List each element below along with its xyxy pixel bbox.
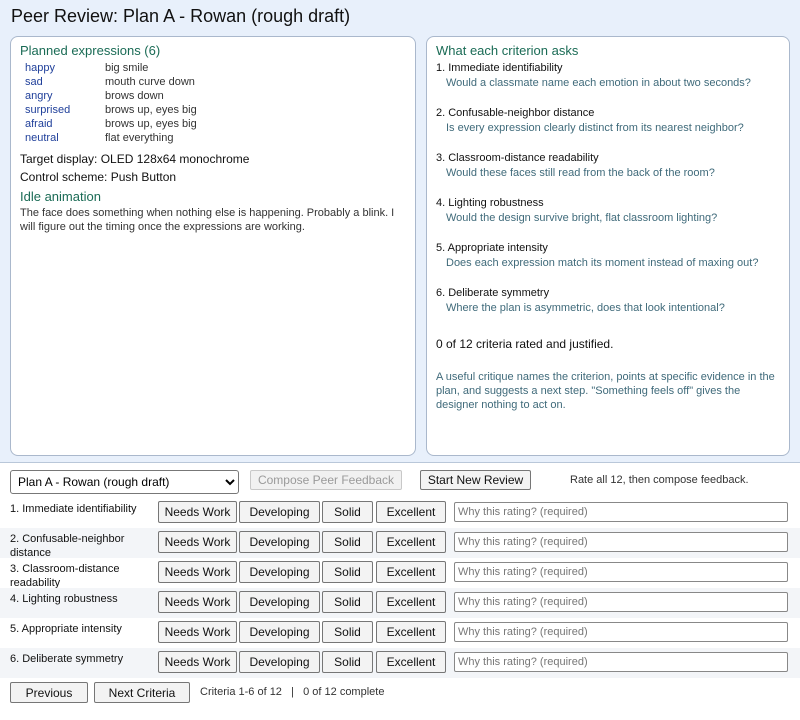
criterion-question: Would these faces still read from the ba… [446,167,715,179]
next-criteria-button[interactable]: Next Criteria [94,682,190,703]
rating-needs-work-button[interactable]: Needs Work [158,651,237,673]
expression-row: angry brows down [25,90,405,104]
rating-justification-input[interactable] [454,502,788,522]
expression-row: afraid brows up, eyes big [25,118,405,132]
review-header-area: Peer Review: Plan A - Rowan (rough draft… [0,0,800,463]
expression-name: happy [25,62,55,74]
criterion-title: 6. Deliberate symmetry [436,287,550,299]
rating-excellent-button[interactable]: Excellent [376,531,446,553]
criterion-item: 3. Classroom-distance readability Would … [436,152,781,179]
expression-desc: mouth curve down [105,76,195,88]
target-display: Target display: OLED 128x64 monochrome [20,152,250,166]
plan-select[interactable]: Plan A - Rowan (rough draft) [10,470,239,494]
expression-row: surprised brows up, eyes big [25,104,405,118]
rating-excellent-button[interactable]: Excellent [376,561,446,583]
criterion-title: 3. Classroom-distance readability [436,152,599,164]
criterion-row-label: 6. Deliberate symmetry [10,653,124,665]
criterion-question: Where the plan is asymmetric, does that … [446,302,725,314]
criterion-rating-row: 4. Lighting robustness Needs Work Developi… [0,588,800,618]
criterion-title: 2. Confusable-neighbor distance [436,107,595,119]
expression-desc: brows down [105,90,164,102]
control-scheme: Control scheme: Push Button [20,170,177,184]
rating-developing-button[interactable]: Developing [239,591,320,613]
criterion-title: 4. Lighting robustness [436,197,544,209]
rating-excellent-button[interactable]: Excellent [376,591,446,613]
expression-row: sad mouth curve down [25,76,405,90]
expressions-title: Planned expressions (6) [20,43,161,58]
expression-row: happy big smile [25,62,405,76]
rating-excellent-button[interactable]: Excellent [376,501,446,523]
expression-name: sad [25,76,43,88]
criterion-question: Does each expression match its moment in… [446,257,759,269]
criterion-rating-row: 1. Immediate identifiability Needs Work De… [0,498,800,528]
rating-needs-work-button[interactable]: Needs Work [158,561,237,583]
rating-justification-input[interactable] [454,562,788,582]
expression-name: surprised [25,104,71,116]
rating-justification-input[interactable] [454,592,788,612]
criterion-rating-row: 2. Confusable-neighbor distance Needs Wor… [0,528,800,559]
rating-excellent-button[interactable]: Excellent [376,621,446,643]
rating-developing-button[interactable]: Developing [239,621,320,643]
criterion-rating-row: 5. Appropriate intensity Needs Work Develo… [0,618,800,648]
previous-button[interactable]: Previous [10,682,88,703]
expression-row: neutral flat everything [25,132,405,146]
rating-justification-input[interactable] [454,652,788,672]
pagination-info: Criteria 1-6 of 12 | 0 of 12 complete [200,686,385,698]
criterion-question: Is every expression clearly distinct fro… [446,122,744,134]
rating-solid-button[interactable]: Solid [322,651,373,673]
rating-developing-button[interactable]: Developing [239,651,320,673]
criterion-question: Would the design survive bright, flat cl… [446,212,718,224]
idle-animation-text: The face does something when nothing els… [20,207,395,233]
rating-status: 0 of 12 criteria rated and justified. [436,337,614,351]
plan-panel: Planned expressions (6) happy big smile … [10,36,416,456]
rating-needs-work-button[interactable]: Needs Work [158,531,237,553]
compose-feedback-button[interactable]: Compose Peer Feedback [250,470,402,490]
pagination-footer: Previous Next Criteria Criteria 1-6 of 1… [0,678,800,708]
criterion-row-label: 5. Appropriate intensity [10,623,122,635]
criteria-panel: What each criterion asks 1. Immediate id… [426,36,790,456]
rating-needs-work-button[interactable]: Needs Work [158,501,237,523]
expression-desc: flat everything [105,132,174,144]
rating-justification-input[interactable] [454,622,788,642]
start-new-review-button[interactable]: Start New Review [420,470,531,490]
idle-animation-title: Idle animation [20,189,101,204]
criterion-title: 5. Appropriate intensity [436,242,548,254]
expression-name: neutral [25,132,59,144]
rating-needs-work-button[interactable]: Needs Work [158,621,237,643]
criterion-row-label: 2. Confusable-neighbor distance [10,533,125,559]
rating-needs-work-button[interactable]: Needs Work [158,591,237,613]
criterion-rating-row: 3. Classroom-distance readability Needs W… [0,558,800,589]
criterion-item: 6. Deliberate symmetry Where the plan is… [436,287,781,314]
criterion-row-label: 1. Immediate identifiability [10,503,137,515]
rating-solid-button[interactable]: Solid [322,501,373,523]
critique-hint: A useful critique names the criterion, p… [436,371,775,411]
rating-solid-button[interactable]: Solid [322,531,373,553]
review-toolbar: Plan A - Rowan (rough draft) Compose Pee… [0,464,800,496]
page-title: Peer Review: Plan A - Rowan (rough draft… [11,6,351,26]
criterion-row-label: 4. Lighting robustness [10,593,118,605]
toolbar-note: Rate all 12, then compose feedback. [570,474,749,486]
rating-justification-input[interactable] [454,532,788,552]
rating-developing-button[interactable]: Developing [239,501,320,523]
expression-desc: big smile [105,62,149,74]
criteria-panel-title: What each criterion asks [436,43,579,58]
expression-name: afraid [25,118,53,130]
expression-desc: brows up, eyes big [105,104,197,116]
rating-solid-button[interactable]: Solid [322,561,373,583]
criterion-title: 1. Immediate identifiability [436,62,563,74]
expression-name: angry [25,90,53,102]
rating-excellent-button[interactable]: Excellent [376,651,446,673]
rating-solid-button[interactable]: Solid [322,621,373,643]
criterion-item: 2. Confusable-neighbor distance Is every… [436,107,781,134]
criterion-question: Would a classmate name each emotion in a… [446,77,751,89]
criterion-item: 1. Immediate identifiability Would a cla… [436,62,781,89]
rating-developing-button[interactable]: Developing [239,561,320,583]
criterion-item: 4. Lighting robustness Would the design … [436,197,781,224]
criterion-row-label: 3. Classroom-distance readability [10,563,120,589]
criterion-item: 5. Appropriate intensity Does each expre… [436,242,781,269]
criterion-rating-row: 6. Deliberate symmetry Needs Work Developi… [0,648,800,678]
rating-developing-button[interactable]: Developing [239,531,320,553]
expression-desc: brows up, eyes big [105,118,197,130]
rating-solid-button[interactable]: Solid [322,591,373,613]
